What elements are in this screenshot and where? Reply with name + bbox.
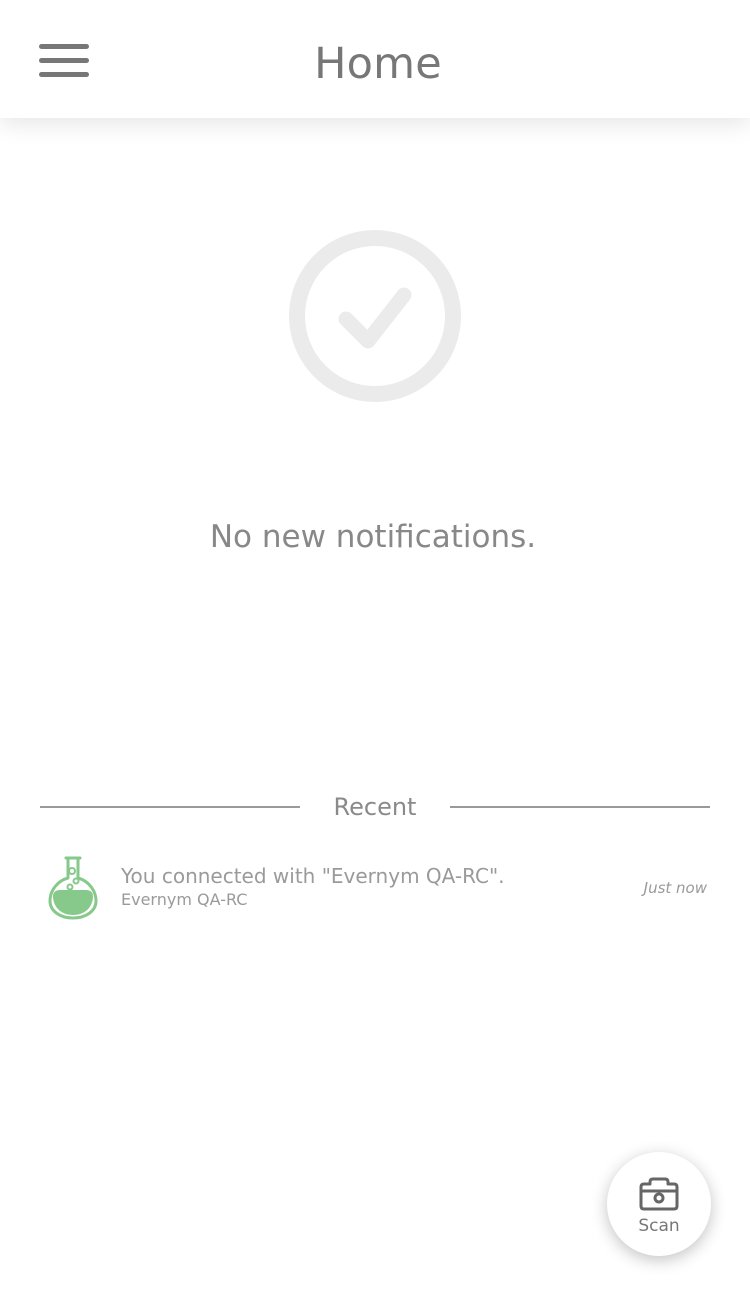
- recent-item-subtitle: Evernym QA-RC: [121, 890, 248, 909]
- flask-icon: [48, 856, 98, 920]
- recent-item-time: Just now: [643, 879, 707, 897]
- recent-label: Recent: [333, 793, 417, 821]
- empty-notifications-message: No new notifications.: [209, 519, 537, 555]
- recent-divider-left: [40, 806, 300, 808]
- app-header: Home: [0, 0, 750, 118]
- page-title: Home: [314, 39, 442, 89]
- scan-button[interactable]: Scan: [607, 1152, 711, 1256]
- recent-activity-item[interactable]: You connected with "Evernym QA-RC". Ever…: [40, 848, 710, 928]
- scan-label: Scan: [638, 1216, 680, 1236]
- recent-item-title: You connected with "Evernym QA-RC".: [121, 864, 505, 888]
- recent-divider-right: [450, 806, 710, 808]
- recent-section-header: Recent: [40, 787, 710, 827]
- check-circle-icon: [288, 229, 462, 403]
- camera-icon: [638, 1174, 680, 1212]
